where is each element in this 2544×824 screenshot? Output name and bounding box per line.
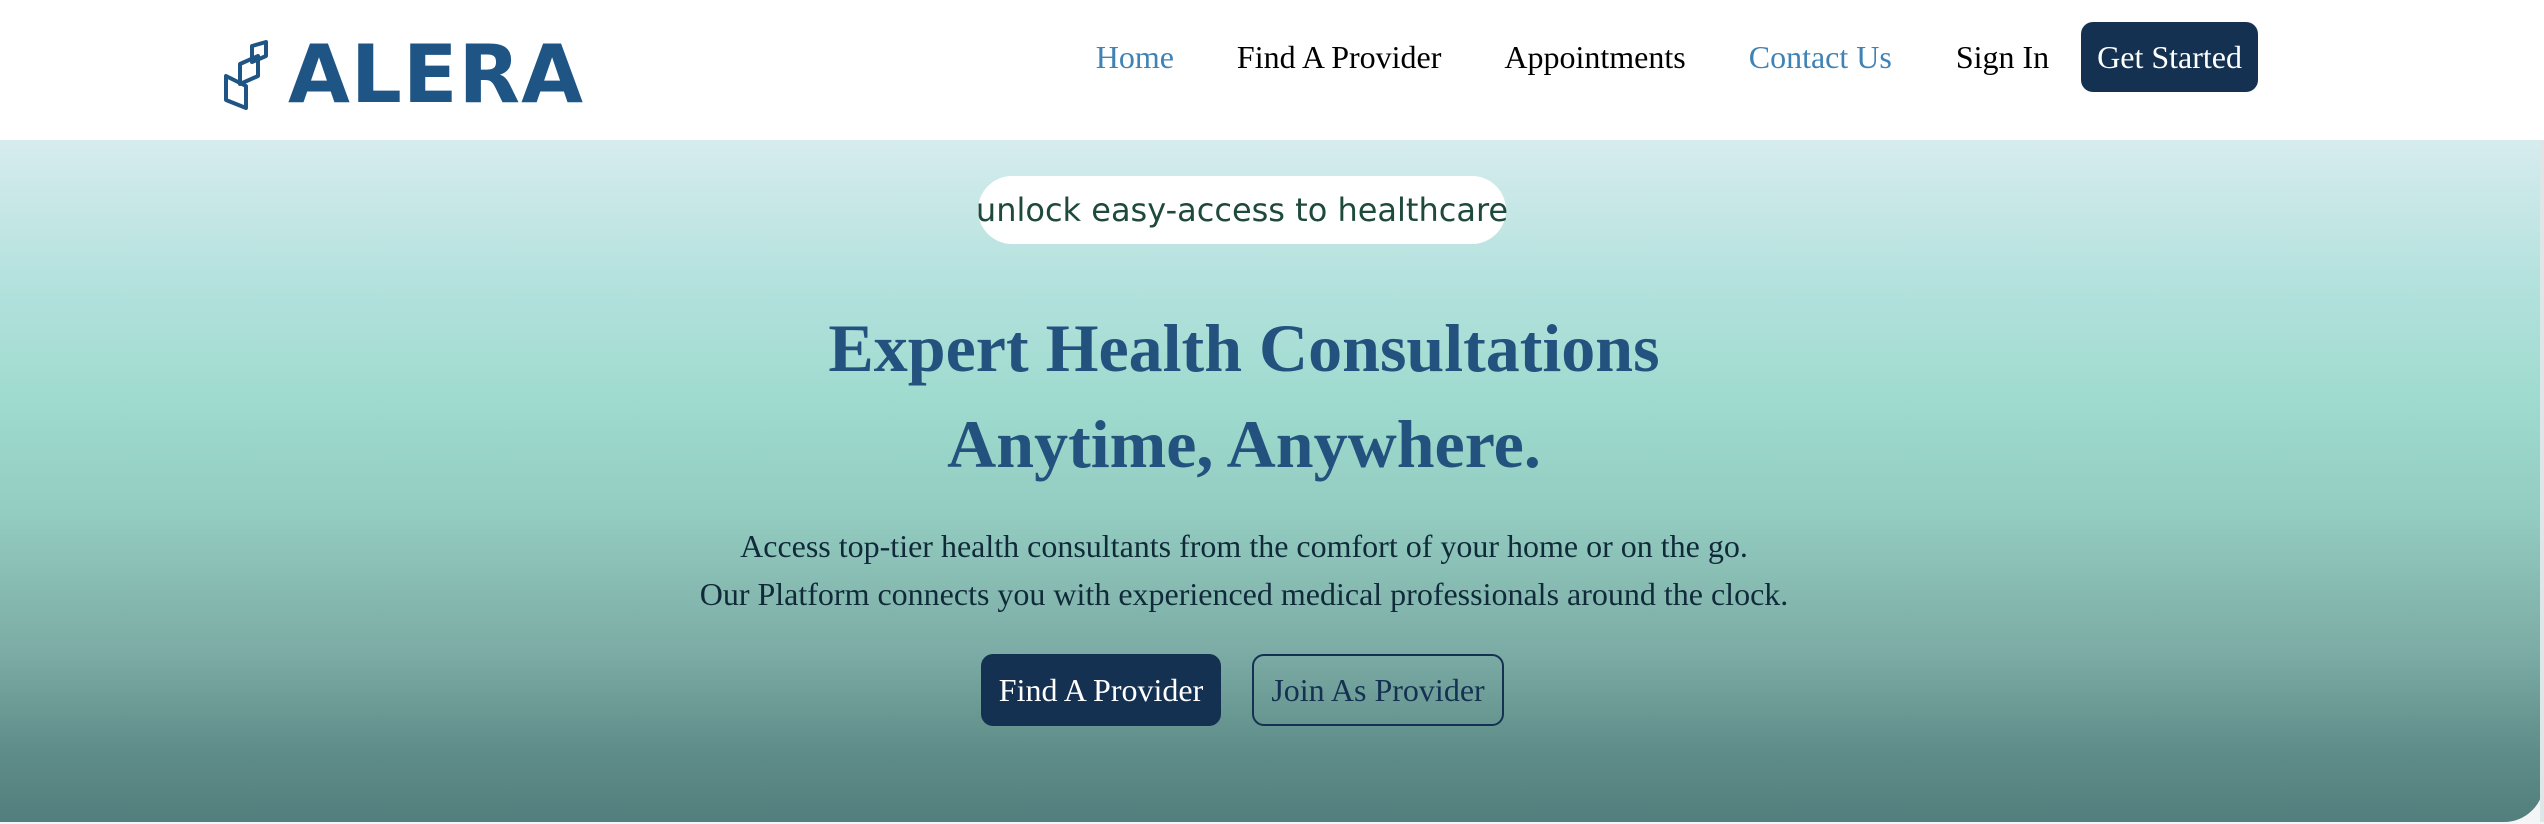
nav-appointments[interactable]: Appointments xyxy=(1504,39,1685,76)
get-started-button[interactable]: Get Started xyxy=(2081,22,2258,92)
top-navbar: ALERA Home Find A Provider Appointments … xyxy=(0,0,2544,140)
headline-line-2: Anytime, Anywhere. xyxy=(947,406,1541,482)
hero-headline: Expert Health Consultations Anytime, Any… xyxy=(0,300,2488,492)
brand-logo[interactable]: ALERA xyxy=(222,28,585,121)
nav-home[interactable]: Home xyxy=(1096,39,1174,76)
tagline-badge: unlock easy-access to healthcare xyxy=(976,176,1508,244)
hero-section: unlock easy-access to healthcare Expert … xyxy=(0,140,2544,824)
hero-right-edge xyxy=(2540,140,2544,822)
leaf-sprout-icon xyxy=(224,40,268,110)
brand-name: ALERA xyxy=(288,28,585,121)
main-nav: Home Find A Provider Appointments Contac… xyxy=(1096,22,2258,92)
description-line-1: Access top-tier health consultants from … xyxy=(740,528,1748,564)
join-as-provider-button[interactable]: Join As Provider xyxy=(1252,654,1504,726)
find-provider-button[interactable]: Find A Provider xyxy=(981,654,1221,726)
description-line-2: Our Platform connects you with experienc… xyxy=(699,576,1789,612)
hero-background: unlock easy-access to healthcare Expert … xyxy=(0,140,2544,822)
headline-line-1: Expert Health Consultations xyxy=(828,310,1660,386)
nav-contact-us[interactable]: Contact Us xyxy=(1749,39,1892,76)
nav-find-provider[interactable]: Find A Provider xyxy=(1237,39,1441,76)
nav-sign-in[interactable]: Sign In xyxy=(1956,39,2049,76)
hero-description: Access top-tier health consultants from … xyxy=(0,522,2488,618)
